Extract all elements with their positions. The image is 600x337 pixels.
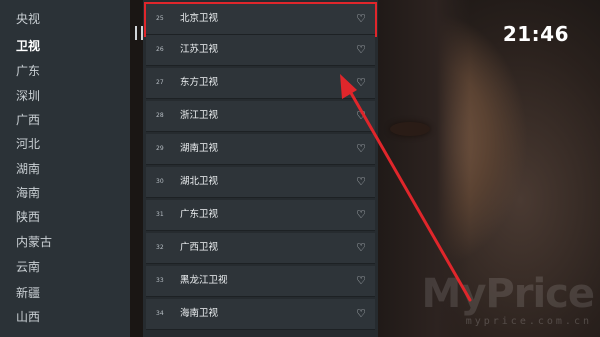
channel-name: 湖南卫视	[180, 143, 219, 154]
scrollbar-handle-icon[interactable]	[135, 26, 143, 40]
channel-row[interactable]: 28 浙江卫视 ♡	[146, 101, 375, 132]
province-item-hunan[interactable]: 湖南	[16, 160, 40, 178]
heart-outline-icon[interactable]: ♡	[355, 143, 367, 155]
heart-outline-icon[interactable]: ♡	[355, 77, 367, 89]
province-sidebar: 央视 卫视 广东 深圳 广西 河北 湖南 海南 陕西 内蒙古 云南 新疆 山西	[0, 0, 130, 337]
province-item-shaanxi[interactable]: 陕西	[16, 208, 40, 226]
heart-outline-icon[interactable]: ♡	[355, 275, 367, 287]
province-item-xinjiang[interactable]: 新疆	[16, 284, 40, 302]
channel-number: 31	[156, 211, 164, 218]
channel-row[interactable]: 26 江苏卫视 ♡	[146, 35, 375, 66]
channel-number: 33	[156, 277, 164, 284]
heart-outline-icon[interactable]: ♡	[355, 308, 367, 320]
province-item-guangxi[interactable]: 广西	[16, 111, 40, 129]
channel-name: 北京卫视	[180, 13, 219, 24]
channel-number: 26	[156, 46, 164, 53]
channel-row[interactable]: 33 黑龙江卫视 ♡	[146, 266, 375, 297]
video-frame-detail	[390, 122, 430, 136]
heart-outline-icon[interactable]: ♡	[355, 110, 367, 122]
heart-outline-icon[interactable]: ♡	[355, 13, 367, 25]
channel-row[interactable]: 27 东方卫视 ♡	[146, 68, 375, 99]
channel-number: 30	[156, 178, 164, 185]
channel-row[interactable]: 34 海南卫视 ♡	[146, 299, 375, 330]
channel-row[interactable]: 31 广东卫视 ♡	[146, 200, 375, 231]
clock: 21:46	[502, 22, 569, 46]
channel-row[interactable]: 30 湖北卫视 ♡	[146, 167, 375, 198]
watermark-brand: MyPrice	[421, 271, 595, 317]
channel-name: 广东卫视	[180, 209, 219, 220]
province-item-hainan[interactable]: 海南	[16, 184, 40, 202]
channel-list: 25 北京卫视 ♡ 26 江苏卫视 ♡ 27 东方卫视 ♡ 28 浙江卫视 ♡ …	[143, 0, 378, 337]
channel-number: 27	[156, 79, 164, 86]
channel-row[interactable]: 32 广西卫视 ♡	[146, 233, 375, 264]
province-item-yangshi[interactable]: 央视	[16, 10, 40, 28]
province-item-weishi[interactable]: 卫视	[16, 37, 40, 55]
channel-number: 29	[156, 145, 164, 152]
channel-name: 江苏卫视	[180, 44, 219, 55]
channel-number: 25	[156, 15, 164, 22]
watermark-url: myprice.com.cn	[465, 316, 592, 327]
heart-outline-icon[interactable]: ♡	[355, 209, 367, 221]
heart-outline-icon[interactable]: ♡	[355, 44, 367, 56]
heart-outline-icon[interactable]: ♡	[355, 176, 367, 188]
province-item-hebei[interactable]: 河北	[16, 135, 40, 153]
channel-number: 28	[156, 112, 164, 119]
channel-name: 广西卫视	[180, 242, 219, 253]
channel-row[interactable]: 25 北京卫视 ♡	[144, 2, 377, 37]
province-item-yunnan[interactable]: 云南	[16, 258, 40, 276]
channel-name: 浙江卫视	[180, 110, 219, 121]
province-item-neimenggu[interactable]: 内蒙古	[16, 233, 52, 251]
province-item-shanxi[interactable]: 山西	[16, 308, 40, 326]
channel-row[interactable]: 29 湖南卫视 ♡	[146, 134, 375, 165]
province-item-guangdong[interactable]: 广东	[16, 62, 40, 80]
channel-name: 海南卫视	[180, 308, 219, 319]
channel-number: 34	[156, 310, 164, 317]
channel-name: 东方卫视	[180, 77, 219, 88]
channel-name: 黑龙江卫视	[180, 275, 228, 286]
heart-outline-icon[interactable]: ♡	[355, 242, 367, 254]
channel-name: 湖北卫视	[180, 176, 219, 187]
province-item-shenzhen[interactable]: 深圳	[16, 87, 40, 105]
channel-number: 32	[156, 244, 164, 251]
